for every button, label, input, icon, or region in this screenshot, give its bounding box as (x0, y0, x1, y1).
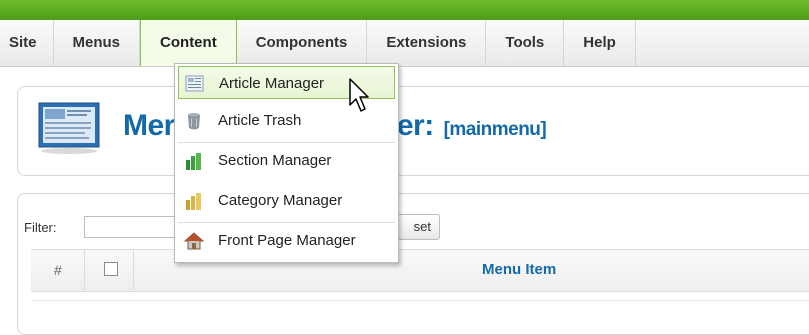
menu-bar-filler (636, 20, 809, 66)
dropdown-item-label: Article Manager (219, 75, 325, 92)
page-title-start: Mer (123, 109, 175, 142)
dropdown-separator (178, 222, 395, 223)
menu-menus[interactable]: Menus (54, 20, 141, 66)
menu-site[interactable]: Site (0, 20, 54, 66)
dropdown-item-section-manager[interactable]: Section Manager (178, 144, 395, 177)
filter-label: Filter: (24, 220, 57, 235)
page-title-end: er: (396, 109, 434, 142)
table-header (31, 249, 809, 292)
menu-content[interactable]: Content (140, 20, 237, 66)
dropdown-item-label: Category Manager (218, 192, 343, 209)
page-title-menutype: [mainmenu] (443, 119, 547, 140)
main-menu-bar: Site Menus Content Components Extensions… (0, 20, 809, 67)
section-manager-icon (186, 153, 201, 170)
dropdown-item-label: Section Manager (218, 152, 332, 169)
dropdown-item-front-page-manager[interactable]: Front Page Manager (178, 224, 395, 257)
front-page-icon (184, 232, 204, 250)
column-divider (133, 249, 134, 290)
article-manager-icon (185, 75, 204, 92)
trash-icon (188, 113, 200, 130)
column-divider (84, 249, 85, 290)
column-header-menu-item[interactable]: Menu Item (482, 261, 556, 278)
menu-manager-icon (38, 102, 100, 154)
mouse-cursor-icon (349, 78, 369, 112)
dropdown-item-label: Front Page Manager (218, 232, 356, 249)
column-header-number: # (54, 262, 62, 278)
dropdown-separator (178, 142, 395, 143)
menu-components[interactable]: Components (237, 20, 368, 66)
row-divider (31, 300, 809, 301)
menu-tools[interactable]: Tools (486, 20, 565, 66)
menu-help[interactable]: Help (564, 20, 636, 66)
dropdown-item-category-manager[interactable]: Category Manager (178, 184, 395, 217)
category-manager-icon (186, 193, 201, 210)
menu-extensions[interactable]: Extensions (367, 20, 487, 66)
dropdown-item-label: Article Trash (218, 112, 302, 129)
top-green-bar (0, 0, 809, 21)
select-all-checkbox[interactable] (104, 262, 118, 276)
